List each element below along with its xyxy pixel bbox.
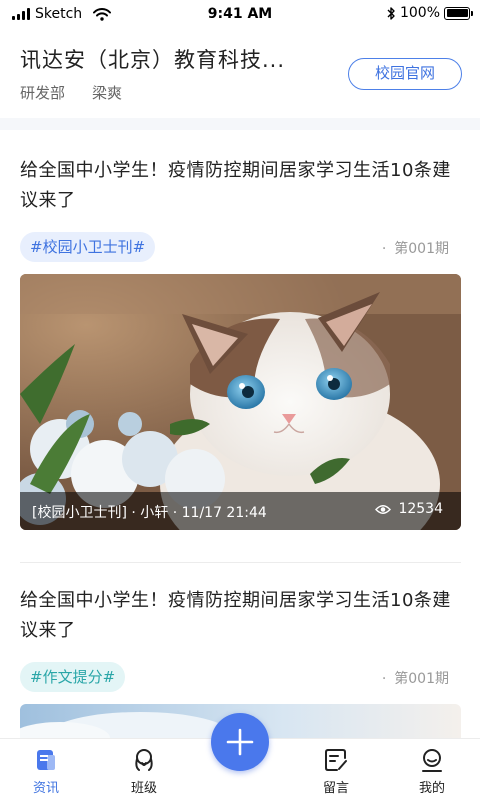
class-icon [135, 749, 153, 771]
tab-news[interactable]: 资讯 [16, 747, 76, 796]
tab-class[interactable]: 班级 [114, 747, 174, 796]
view-count-value: 12534 [398, 501, 443, 517]
image-caption-bar: [校园小卫士刊] · 小轩 · 11/17 21:44 12534 [20, 492, 461, 530]
article-meta: #校园小卫士刊# · 第001期 [20, 232, 461, 262]
message-icon [325, 749, 347, 771]
department-label: 研发部 [20, 84, 66, 102]
issue-label: · 第001期 [382, 668, 449, 688]
tab-profile[interactable]: 我的 [402, 747, 462, 796]
view-count: 12534 [375, 501, 443, 517]
battery-percent: 100% [399, 5, 440, 21]
profile-icon [422, 749, 442, 772]
cat-photo: [校园小卫士刊] · 小轩 · 11/17 21:44 12534 [20, 274, 461, 530]
battery-icon [444, 6, 473, 20]
status-bar: Sketch 9:41 AM 100% [0, 0, 480, 30]
user-name-label: 梁爽 [92, 84, 123, 102]
article-card[interactable]: 给全国中小学生！疫情防控期间居家学习生活10条建议来了 #作文提分# · 第001… [20, 586, 461, 692]
header: 讯达安（北京）教育科技... 研发部 梁爽 校园官网 [0, 30, 480, 118]
plus-icon [226, 728, 254, 756]
eye-icon [375, 504, 392, 514]
school-name: 讯达安（北京）教育科技... [20, 48, 286, 72]
article-title[interactable]: 给全国中小学生！疫情防控期间居家学习生活10条建议来了 [20, 586, 461, 646]
issue-dot: · [381, 671, 387, 687]
article-tag[interactable]: #校园小卫士刊# [20, 232, 156, 262]
section-divider [0, 118, 480, 130]
tab-news-label: 资讯 [32, 781, 59, 796]
issue-label: · 第001期 [382, 238, 449, 258]
tab-bar: 资讯 班级 留言 我的 [0, 713, 480, 800]
official-site-button[interactable]: 校园官网 [348, 58, 462, 90]
issue-dot: · [381, 241, 387, 257]
tab-profile-label: 我的 [418, 781, 445, 796]
tab-message-label: 留言 [322, 781, 349, 796]
article-tag[interactable]: #作文提分# [20, 662, 126, 692]
bluetooth-icon [387, 6, 395, 20]
article-card[interactable]: 给全国中小学生！疫情防控期间居家学习生活10条建议来了 #校园小卫士刊# · 第0… [20, 156, 461, 262]
article-divider [20, 562, 461, 563]
issue-number: 第001期 [394, 671, 449, 687]
article-image[interactable]: [校园小卫士刊] · 小轩 · 11/17 21:44 12534 [20, 274, 461, 530]
tab-class-label: 班级 [130, 781, 157, 796]
article-title[interactable]: 给全国中小学生！疫情防控期间居家学习生活10条建议来了 [20, 156, 461, 216]
image-caption: [校园小卫士刊] · 小轩 · 11/17 21:44 [32, 505, 267, 521]
battery-level [446, 9, 468, 17]
tab-message[interactable]: 留言 [306, 747, 366, 796]
article-meta: #作文提分# · 第001期 [20, 662, 461, 692]
status-right: 100% [387, 5, 473, 21]
news-icon [37, 750, 55, 770]
add-button[interactable] [211, 713, 269, 771]
issue-number: 第001期 [394, 241, 449, 257]
